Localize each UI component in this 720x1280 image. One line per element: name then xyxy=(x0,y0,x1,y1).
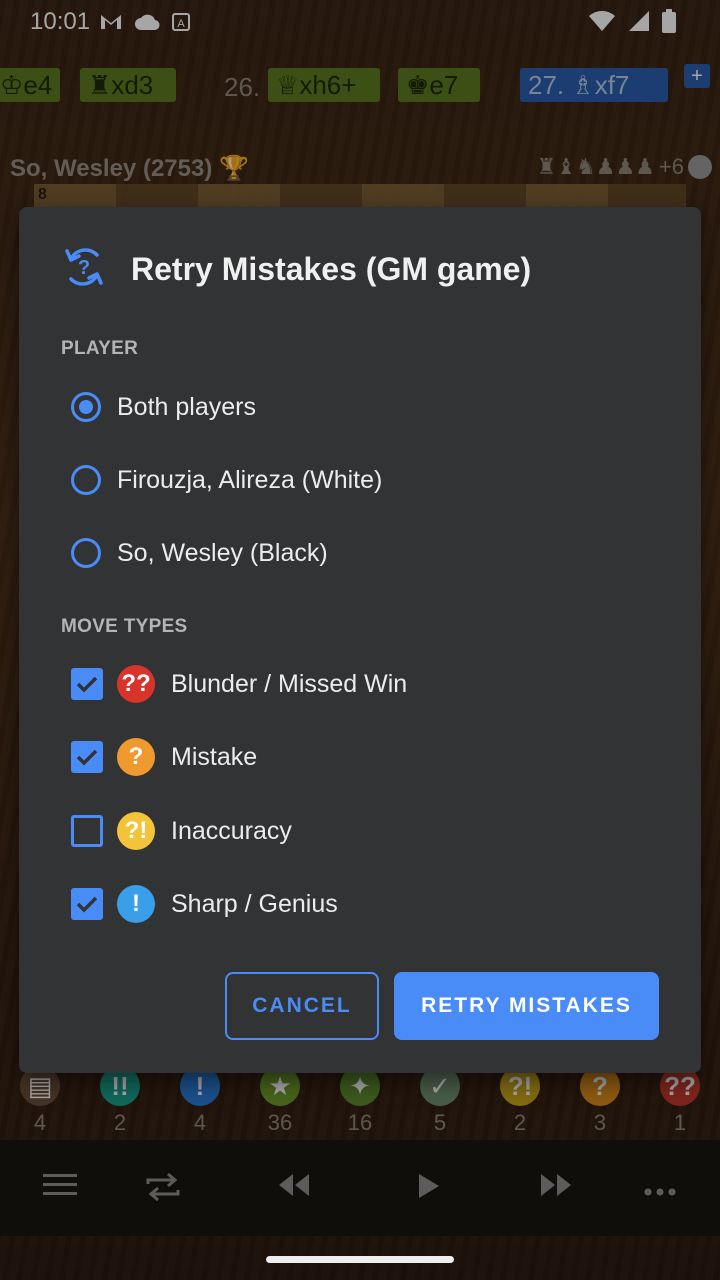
checkbox-unchecked[interactable] xyxy=(71,815,103,847)
move-type-mistake[interactable]: ? Mistake xyxy=(71,729,257,785)
blunder-icon: ?? xyxy=(117,665,155,703)
retry-mistakes-button[interactable]: RETRY MISTAKES xyxy=(394,972,659,1040)
retry-mistakes-dialog: ? Retry Mistakes (GM game) PLAYER Both p… xyxy=(19,207,701,1073)
move-type-inaccuracy[interactable]: ?! Inaccuracy xyxy=(71,803,292,859)
sharp-icon: ! xyxy=(117,885,155,923)
move-type-sharp[interactable]: ! Sharp / Genius xyxy=(71,876,338,932)
player-option-black[interactable]: So, Wesley (Black) xyxy=(71,525,328,581)
cancel-button[interactable]: CANCEL xyxy=(225,972,379,1040)
checkbox-checked[interactable] xyxy=(71,888,103,920)
checkbox-checked[interactable] xyxy=(71,668,103,700)
player-option-both[interactable]: Both players xyxy=(71,379,256,435)
dialog-title: Retry Mistakes (GM game) xyxy=(131,251,532,287)
player-section-label: PLAYER xyxy=(61,338,139,359)
move-types-section-label: MOVE TYPES xyxy=(61,616,188,637)
player-option-white[interactable]: Firouzja, Alireza (White) xyxy=(71,452,382,508)
radio-button[interactable] xyxy=(71,465,101,495)
home-indicator[interactable] xyxy=(266,1256,454,1263)
checkmark-icon xyxy=(76,749,98,766)
mistake-icon: ? xyxy=(117,738,155,776)
checkmark-icon xyxy=(76,676,98,693)
move-type-blunder[interactable]: ?? Blunder / Missed Win xyxy=(71,656,407,712)
dialog-header: ? Retry Mistakes (GM game) xyxy=(63,245,531,294)
radio-button-selected[interactable] xyxy=(71,392,101,422)
checkmark-icon xyxy=(76,896,98,913)
retry-icon: ? xyxy=(63,245,105,294)
inaccuracy-icon: ?! xyxy=(117,812,155,850)
checkbox-checked[interactable] xyxy=(71,741,103,773)
radio-button[interactable] xyxy=(71,538,101,568)
svg-text:?: ? xyxy=(78,257,90,279)
